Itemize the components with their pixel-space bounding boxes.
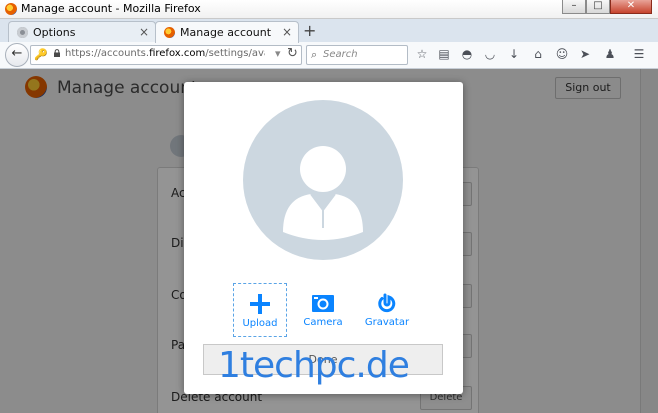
home-icon[interactable]: ⌂ [530,46,546,62]
gravatar-option[interactable]: Gravatar [361,283,413,335]
firefox-icon [164,27,175,38]
close-tab-icon[interactable]: × [282,25,292,39]
plus-icon [250,294,270,314]
gravatar-label: Gravatar [364,317,410,328]
url-text[interactable]: https://accounts.firefox.com/settings/av… [65,48,265,59]
minimize-button[interactable]: – [562,0,586,14]
chevron-down-icon[interactable]: ▾ [275,47,281,60]
url-bar[interactable]: 🔑 https://accounts.firefox.com/settings/… [30,45,302,65]
close-tab-icon[interactable]: × [139,25,149,39]
new-tab-button[interactable]: + [303,21,316,40]
camera-option[interactable]: Camera [297,283,349,335]
bookmark-star-icon[interactable]: ☆ [414,46,430,62]
downloads-icon[interactable]: ↓ [506,46,522,62]
window-titlebar: Manage account - Mozilla Firefox – □ ✕ [0,0,658,19]
send-icon[interactable]: ➤ [577,46,593,62]
gear-icon [17,27,28,38]
tab-manage-account[interactable]: Manage account × [155,21,299,43]
pocket-icon[interactable]: ◡ [482,46,498,62]
tab-strip: Options × Manage account × + [0,19,658,43]
maximize-button[interactable]: □ [586,0,610,14]
camera-label: Camera [303,317,343,328]
privacy-badger-icon[interactable]: ◓ [459,46,475,62]
search-placeholder: Search [323,49,358,60]
tab-options[interactable]: Options × [8,21,156,43]
search-icon: ⌕ [311,48,318,61]
default-avatar-image [243,100,403,260]
key-icon[interactable]: 🔑 [34,48,48,61]
upload-label: Upload [242,318,278,329]
gravatar-icon [378,293,396,313]
reading-list-icon[interactable]: ▤ [436,46,452,62]
tab-label: Manage account [180,26,272,39]
upload-option[interactable]: Upload [233,283,287,337]
window-controls: – □ ✕ [562,0,652,14]
hello-icon[interactable]: ☺ [554,46,570,62]
camera-icon [312,295,334,312]
window-title: Manage account - Mozilla Firefox [21,2,201,15]
close-window-button[interactable]: ✕ [610,0,652,14]
search-bar[interactable]: ⌕ Search [306,45,408,65]
navigation-toolbar: ← 🔑 https://accounts.firefox.com/setting… [0,42,658,69]
back-button[interactable]: ← [5,43,29,67]
person-silhouette-icon [283,146,363,240]
sync-account-icon[interactable]: ♟ [602,46,618,62]
menu-icon[interactable]: ☰ [631,46,647,62]
firefox-icon [5,3,17,15]
watermark: 1techpc.de [218,345,410,386]
lock-icon [54,49,60,57]
reload-icon[interactable]: ↻ [287,46,298,61]
tab-label: Options [33,26,76,39]
